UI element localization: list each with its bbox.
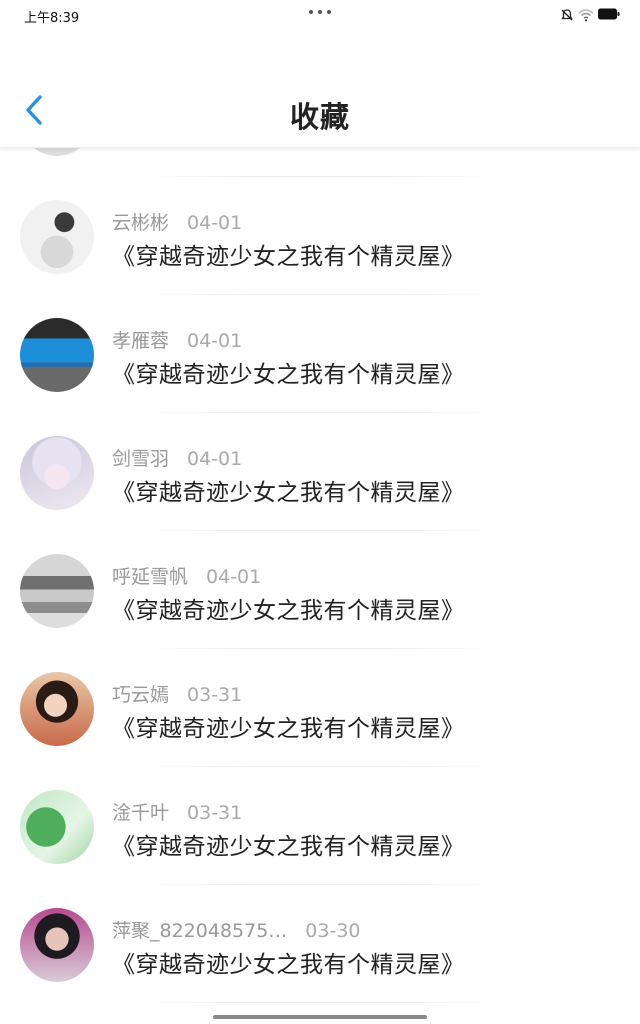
item-meta: 云彬彬 04-01 xyxy=(112,208,242,235)
list-item[interactable]: 云彬彬 04-01 《穿越奇迹少女之我有个精灵屋》 xyxy=(0,177,640,295)
item-meta: 剑雪羽 04-01 xyxy=(112,444,242,471)
item-meta: 淦千叶 03-31 xyxy=(112,798,242,825)
item-date: 03-30 xyxy=(305,920,361,942)
mute-bell-icon xyxy=(561,9,573,21)
user-name: 淦千叶 xyxy=(112,802,170,824)
item-date: 03-31 xyxy=(187,802,243,824)
book-title: 《穿越奇迹少女之我有个精灵屋》 xyxy=(112,716,465,742)
wifi-icon xyxy=(578,9,594,22)
list-item[interactable]: 孝雁蓉 04-01 《穿越奇迹少女之我有个精灵屋》 xyxy=(0,295,640,413)
item-date: 03-31 xyxy=(187,684,243,706)
item-meta: 巧云嫣 03-31 xyxy=(112,680,242,707)
list-item[interactable]: 呼延雪帆 04-01 《穿越奇迹少女之我有个精灵屋》 xyxy=(0,531,640,649)
book-title: 《穿越奇迹少女之我有个精灵屋》 xyxy=(112,952,465,978)
avatar xyxy=(20,554,94,628)
item-meta: 萍聚_822048575… 03-30 xyxy=(112,916,361,943)
book-title: 《穿越奇迹少女之我有个精灵屋》 xyxy=(112,598,465,624)
favorites-screen: 云彬彬 04-01 《穿越奇迹少女之我有个精灵屋》 孝雁蓉 04-01 《穿越奇迹少… xyxy=(0,0,640,1024)
book-title: 《穿越奇迹少女之我有个精灵屋》 xyxy=(112,362,465,388)
book-title: 《穿越奇迹少女之我有个精灵屋》 xyxy=(112,244,465,270)
divider xyxy=(140,1002,500,1003)
user-name: 巧云嫣 xyxy=(112,684,170,706)
user-name: 剑雪羽 xyxy=(112,448,170,470)
favorites-list: 云彬彬 04-01 《穿越奇迹少女之我有个精灵屋》 孝雁蓉 04-01 《穿越奇迹少… xyxy=(0,0,640,1024)
battery-icon xyxy=(598,8,620,20)
nav-bar: 收藏 xyxy=(0,30,640,148)
status-icons xyxy=(560,8,620,22)
item-meta: 孝雁蓉 04-01 xyxy=(112,326,242,353)
avatar xyxy=(20,672,94,746)
item-date: 04-01 xyxy=(187,330,243,352)
status-time: 上午8:39 xyxy=(24,11,80,26)
avatar xyxy=(20,200,94,274)
user-name: 呼延雪帆 xyxy=(112,566,189,588)
user-name: 萍聚_822048575… xyxy=(112,920,288,942)
book-title: 《穿越奇迹少女之我有个精灵屋》 xyxy=(112,480,465,506)
page-title: 收藏 xyxy=(289,100,350,134)
item-date: 04-01 xyxy=(206,566,262,588)
list-item[interactable]: 剑雪羽 04-01 《穿越奇迹少女之我有个精灵屋》 xyxy=(0,413,640,531)
book-title: 《穿越奇迹少女之我有个精灵屋》 xyxy=(112,834,465,860)
list-item[interactable]: 淦千叶 03-31 《穿越奇迹少女之我有个精灵屋》 xyxy=(0,767,640,885)
list-item[interactable]: 巧云嫣 03-31 《穿越奇迹少女之我有个精灵屋》 xyxy=(0,649,640,767)
home-indicator[interactable] xyxy=(213,1015,427,1019)
item-date: 04-01 xyxy=(187,212,243,234)
user-name: 孝雁蓉 xyxy=(112,330,170,352)
item-meta: 呼延雪帆 04-01 xyxy=(112,562,261,589)
avatar xyxy=(20,318,94,392)
user-name: 云彬彬 xyxy=(112,212,170,234)
item-date: 04-01 xyxy=(187,448,243,470)
multitask-dots-icon[interactable] xyxy=(309,10,333,15)
status-bar: 上午8:39 xyxy=(0,0,640,30)
avatar xyxy=(20,908,94,982)
avatar xyxy=(20,436,94,510)
avatar xyxy=(20,790,94,864)
list-item[interactable]: 萍聚_822048575… 03-30 《穿越奇迹少女之我有个精灵屋》 xyxy=(0,885,640,1003)
